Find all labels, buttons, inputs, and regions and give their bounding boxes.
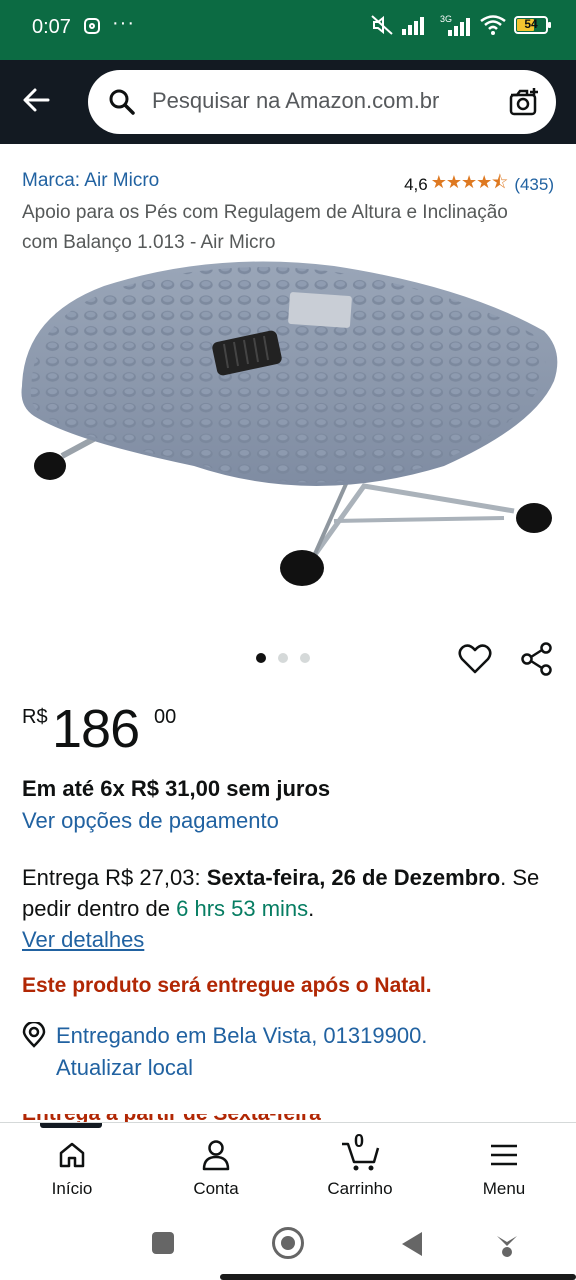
assistant-icon[interactable] <box>494 1230 520 1258</box>
home-icon <box>59 1142 85 1168</box>
delivery-details-link[interactable]: Ver detalhes <box>22 927 144 952</box>
signal-icon <box>402 17 424 35</box>
carousel-dot[interactable] <box>256 653 266 663</box>
active-tab-indicator <box>40 1123 102 1128</box>
rating-stars: ★★★★⯪ <box>430 172 509 192</box>
status-time: 0:07 <box>32 16 71 38</box>
user-icon <box>202 1140 230 1171</box>
rating-value: 4,6 <box>404 175 428 194</box>
search-bar[interactable]: Pesquisar na Amazon.com.br <box>88 70 556 134</box>
network-label: 3G <box>440 14 452 24</box>
product-title: Apoio para os Pés com Regulagem de Altur… <box>22 202 508 253</box>
nav-menu-label: Menu <box>482 1179 526 1198</box>
rating-summary[interactable]: 4,6 ★★★★⯪ (435) <box>404 170 554 200</box>
search-icon <box>109 89 135 115</box>
nav-home[interactable]: Início <box>22 1135 122 1199</box>
app-header: Pesquisar na Amazon.com.br <box>0 60 576 144</box>
wifi-icon <box>480 15 506 35</box>
image-carousel-indicator <box>256 653 310 663</box>
brand-rating-row: Marca: Air Micro 4,6 ★★★★⯪ (435) <box>22 170 554 196</box>
bottom-navigation: Início Conta 0 Carrinho Menu <box>0 1122 576 1211</box>
delivery-countdown: 6 hrs 53 mins <box>176 896 309 921</box>
heart-icon[interactable] <box>458 642 492 676</box>
nav-account[interactable]: Conta <box>166 1135 266 1199</box>
recent-apps-icon[interactable] <box>152 1232 174 1254</box>
brand-link[interactable]: Marca: Air Micro <box>22 170 159 192</box>
carousel-dot[interactable] <box>300 653 310 663</box>
carousel-dot[interactable] <box>278 653 288 663</box>
nav-account-label: Conta <box>193 1179 239 1198</box>
rating-count[interactable]: (435) <box>514 175 554 195</box>
location-text[interactable]: Entregando em Bela Vista, 01319900. <box>56 1023 427 1048</box>
cart-count: 0 <box>354 1131 365 1151</box>
mute-icon <box>371 15 393 35</box>
price-currency: R$ <box>22 706 48 728</box>
back-arrow-icon[interactable] <box>18 82 54 118</box>
price-whole: 186 <box>52 699 140 759</box>
update-location-link[interactable]: Atualizar local <box>56 1055 193 1080</box>
installments-text: Em até 6x R$ 31,00 sem juros <box>22 776 331 801</box>
more-notifications-icon: ··· <box>112 12 135 34</box>
delivery-suffix: . <box>308 896 315 921</box>
home-button-icon[interactable] <box>272 1227 304 1259</box>
price-cents: 00 <box>154 706 177 728</box>
christmas-notice: Este produto será entregue após o Natal. <box>22 974 432 997</box>
nav-home-label: Início <box>51 1179 93 1198</box>
signal-3g-icon: 3G <box>440 14 470 36</box>
camera-search-icon[interactable] <box>508 86 540 118</box>
nav-cart-label: Carrinho <box>327 1179 393 1198</box>
battery-level: 54 <box>524 17 538 31</box>
status-icons: 3G 54 <box>370 14 551 36</box>
system-navigation-bar <box>0 1210 576 1280</box>
battery-icon: 54 <box>514 16 551 34</box>
delivery-info: Entrega R$ 27,03: Sexta-feira, 26 de Dez… <box>22 862 552 955</box>
payment-options-link[interactable]: Ver opções de pagamento <box>22 808 279 834</box>
status-bar: 0:07 ··· 3G 54 <box>0 0 576 60</box>
share-icon[interactable] <box>520 642 554 676</box>
product-image[interactable] <box>14 256 562 602</box>
nav-cart[interactable]: 0 Carrinho <box>310 1131 410 1199</box>
delivery-date: Sexta-feira, 26 de Dezembro <box>206 865 501 890</box>
nav-menu[interactable]: Menu <box>454 1135 554 1199</box>
location-pin-icon <box>22 1022 46 1048</box>
instagram-icon <box>84 18 100 34</box>
delivery-prefix: Entrega R$ 27,03: <box>22 865 207 890</box>
gesture-bar <box>220 1274 576 1280</box>
search-input[interactable]: Pesquisar na Amazon.com.br <box>152 88 439 114</box>
menu-icon <box>491 1144 517 1166</box>
system-back-icon[interactable] <box>402 1232 422 1256</box>
